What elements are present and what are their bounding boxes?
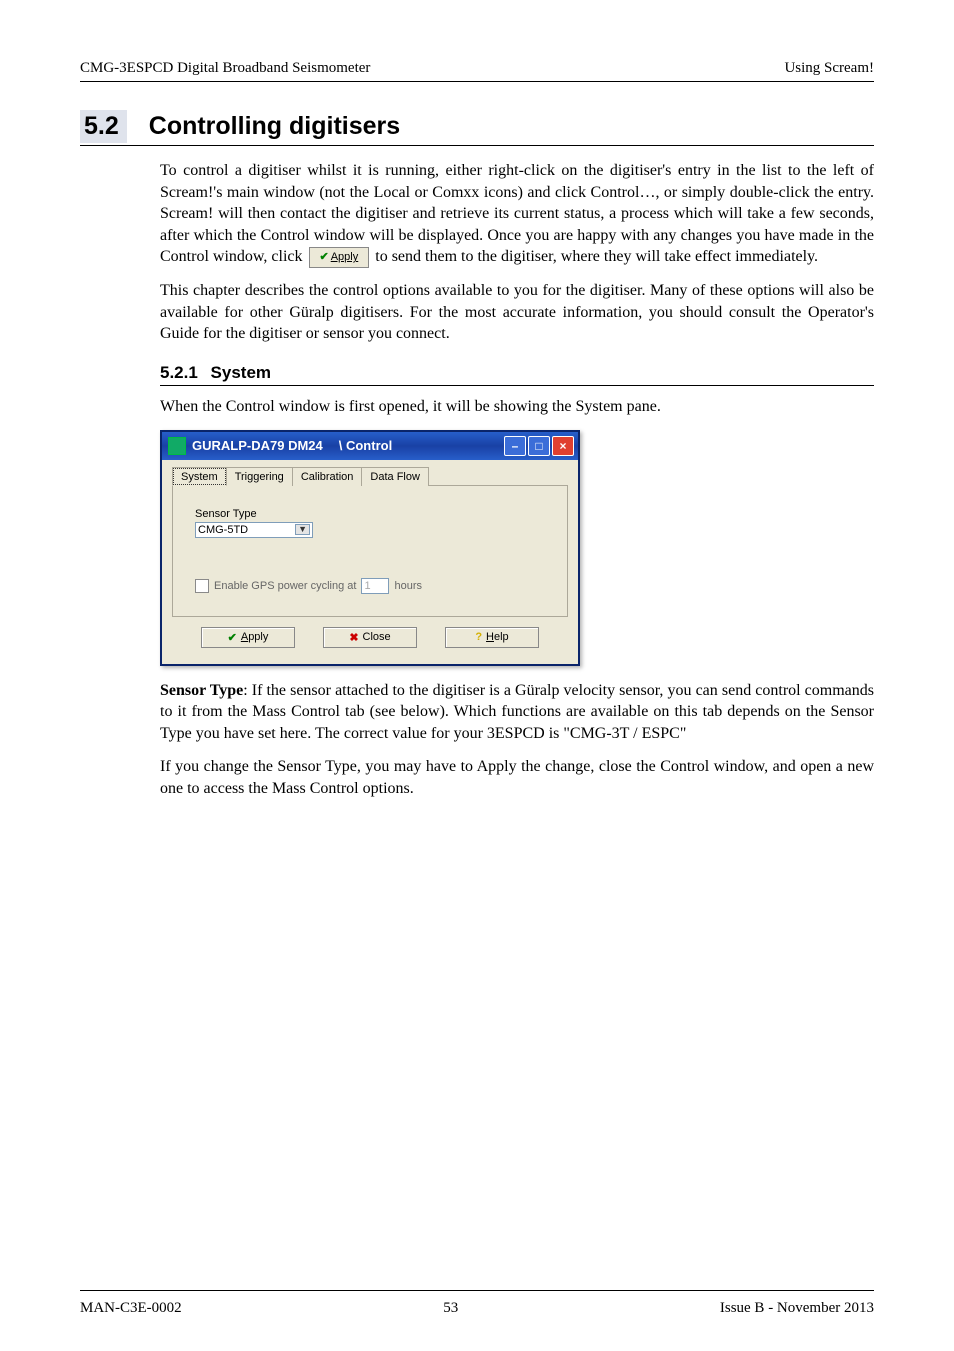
apply-button[interactable]: ✔ Apply <box>201 627 295 648</box>
sensor-type-bold: Sensor Type <box>160 682 243 699</box>
apply-inline-label: Apply <box>331 251 359 263</box>
maximize-icon[interactable]: □ <box>528 436 550 456</box>
gps-hours-input[interactable]: 1 <box>361 578 389 594</box>
gps-checkbox[interactable] <box>195 579 209 593</box>
gps-label-after: hours <box>394 580 422 592</box>
close-icon[interactable]: × <box>552 436 574 456</box>
footer-right: Issue B - November 2013 <box>720 1300 874 1317</box>
footer-left: MAN-C3E-0002 <box>80 1300 182 1317</box>
apply-button-inline[interactable]: ✔Apply <box>309 247 370 268</box>
dialog-tabs: System Triggering Calibration Data Flow <box>172 466 568 486</box>
apply-label-rest: pply <box>248 631 268 643</box>
dialog-tab-content: Sensor Type CMG-5TD ▼ Enable GPS power c… <box>172 486 568 617</box>
header-left: CMG-3ESPCD Digital Broadband Seismometer <box>80 60 370 77</box>
footer-center: 53 <box>443 1300 458 1317</box>
sensor-type-value: CMG-5TD <box>198 524 248 536</box>
paragraph-4-rest: : If the sensor attached to the digitise… <box>160 682 874 742</box>
paragraph-5: If you change the Sensor Type, you may h… <box>160 756 874 799</box>
paragraph-2: This chapter describes the control optio… <box>160 280 874 345</box>
close-label: Close <box>363 631 391 643</box>
chevron-down-icon[interactable]: ▼ <box>295 524 310 535</box>
header-rule <box>80 81 874 82</box>
subsection-heading: 5.2.1 System <box>160 363 874 386</box>
footer-rule <box>80 1290 874 1291</box>
minimize-icon[interactable]: – <box>504 436 526 456</box>
check-icon: ✔ <box>228 631 237 644</box>
close-button[interactable]: ✖ Close <box>323 627 417 648</box>
paragraph-4: Sensor Type: If the sensor attached to t… <box>160 680 874 745</box>
help-button[interactable]: ? Help <box>445 627 539 648</box>
tab-triggering[interactable]: Triggering <box>226 467 293 486</box>
tab-data-flow[interactable]: Data Flow <box>361 467 429 486</box>
section-title: Controlling digitisers <box>149 112 400 140</box>
dialog-titlebar[interactable]: GURALP-DA79 DM24 \ Control – □ × <box>162 432 578 460</box>
app-icon <box>168 437 186 455</box>
paragraph-3: When the Control window is first opened,… <box>160 396 874 418</box>
sensor-type-select[interactable]: CMG-5TD ▼ <box>195 522 313 538</box>
subsection-title: System <box>211 363 271 382</box>
paragraph-1: To control a digitiser whilst it is runn… <box>160 160 874 268</box>
help-label-rest: elp <box>494 631 509 643</box>
paragraph-1b: to send them to the digitiser, where the… <box>375 248 818 265</box>
subsection-number: 5.2.1 <box>160 363 198 382</box>
gps-label-before: Enable GPS power cycling at <box>214 580 356 592</box>
question-icon: ? <box>475 631 482 643</box>
dialog-title-sub: \ Control <box>339 438 392 453</box>
dialog-title-main: GURALP-DA79 DM24 <box>192 438 323 453</box>
section-heading: 5.2 Controlling digitisers <box>80 110 874 146</box>
check-icon: ✔ <box>320 251 329 263</box>
tab-system[interactable]: System <box>172 467 227 486</box>
x-icon: ✖ <box>349 631 358 644</box>
tab-calibration[interactable]: Calibration <box>292 467 363 486</box>
control-dialog: GURALP-DA79 DM24 \ Control – □ × System … <box>160 430 580 666</box>
header-right: Using Scream! <box>784 60 874 77</box>
section-number: 5.2 <box>80 110 127 143</box>
sensor-type-label: Sensor Type <box>195 508 553 520</box>
